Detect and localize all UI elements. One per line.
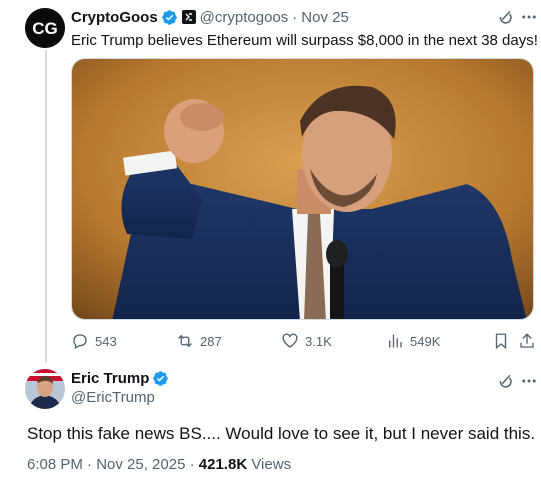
reply-button[interactable]: 543 (71, 330, 117, 352)
grok-icon[interactable] (496, 8, 514, 26)
views-count: 421.8K (198, 456, 248, 473)
share-icon (520, 333, 534, 348)
tweet-timestamp[interactable]: 6:08 PM · Nov 25, 2025 (27, 456, 185, 473)
separator-dot: · (292, 8, 298, 26)
main-tweet-text: Stop this fake news BS.... Would love to… (27, 424, 536, 443)
author-name[interactable]: Eric Trump (71, 370, 149, 387)
author-name[interactable]: CryptoGoos (71, 9, 158, 26)
like-button[interactable]: 3.1K (281, 330, 332, 352)
like-count: 3.1K (305, 333, 332, 349)
reply-count: 543 (95, 333, 117, 349)
reply-icon (73, 334, 87, 349)
separator-dot: · (189, 456, 195, 473)
like-icon (282, 333, 298, 348)
more-icon[interactable] (520, 8, 538, 26)
photo-eric-trump-fist (72, 59, 533, 319)
verified-badge-icon (161, 9, 178, 26)
avatar-logo-text: CG (32, 19, 58, 38)
tweet-action-bar: 543 287 3.1K 549K (71, 330, 534, 352)
verified-badge-icon (152, 370, 169, 387)
tweet-meta: 6:08 PM · Nov 25, 2025 · 421.8K Views (27, 456, 291, 473)
thread-connector-line (45, 50, 47, 362)
share-button[interactable] (518, 330, 536, 352)
quoted-tweet-text: Eric Trump believes Ethereum will surpas… (71, 32, 538, 49)
quoted-tweet-header: CryptoGoos @cryptogoos · Nov 25 (71, 8, 349, 26)
repost-button[interactable]: 287 (176, 330, 222, 352)
affiliate-badge-icon[interactable] (181, 10, 196, 24)
views-button[interactable]: 549K (386, 330, 440, 352)
repost-icon (178, 334, 192, 348)
grok-icon[interactable] (496, 372, 514, 390)
views-label: Views (251, 456, 292, 473)
author-handle[interactable]: @cryptogoos (200, 9, 289, 26)
cryptogoos-avatar[interactable]: CG (25, 8, 65, 48)
repost-count: 287 (200, 333, 222, 349)
bookmark-button[interactable] (492, 330, 510, 352)
cryptogoos-logo: CG (25, 8, 65, 48)
views-icon (389, 334, 402, 348)
avatar-photo (25, 369, 65, 409)
main-tweet-header: Eric Trump (71, 370, 169, 387)
views-count: 549K (410, 333, 441, 349)
tweet-photo[interactable] (71, 58, 534, 320)
author-handle[interactable]: @EricTrump (71, 389, 155, 406)
eric-trump-avatar[interactable] (25, 369, 65, 409)
more-icon[interactable] (520, 372, 538, 390)
tweet-date[interactable]: Nov 25 (301, 9, 349, 26)
bookmark-icon (495, 333, 507, 350)
